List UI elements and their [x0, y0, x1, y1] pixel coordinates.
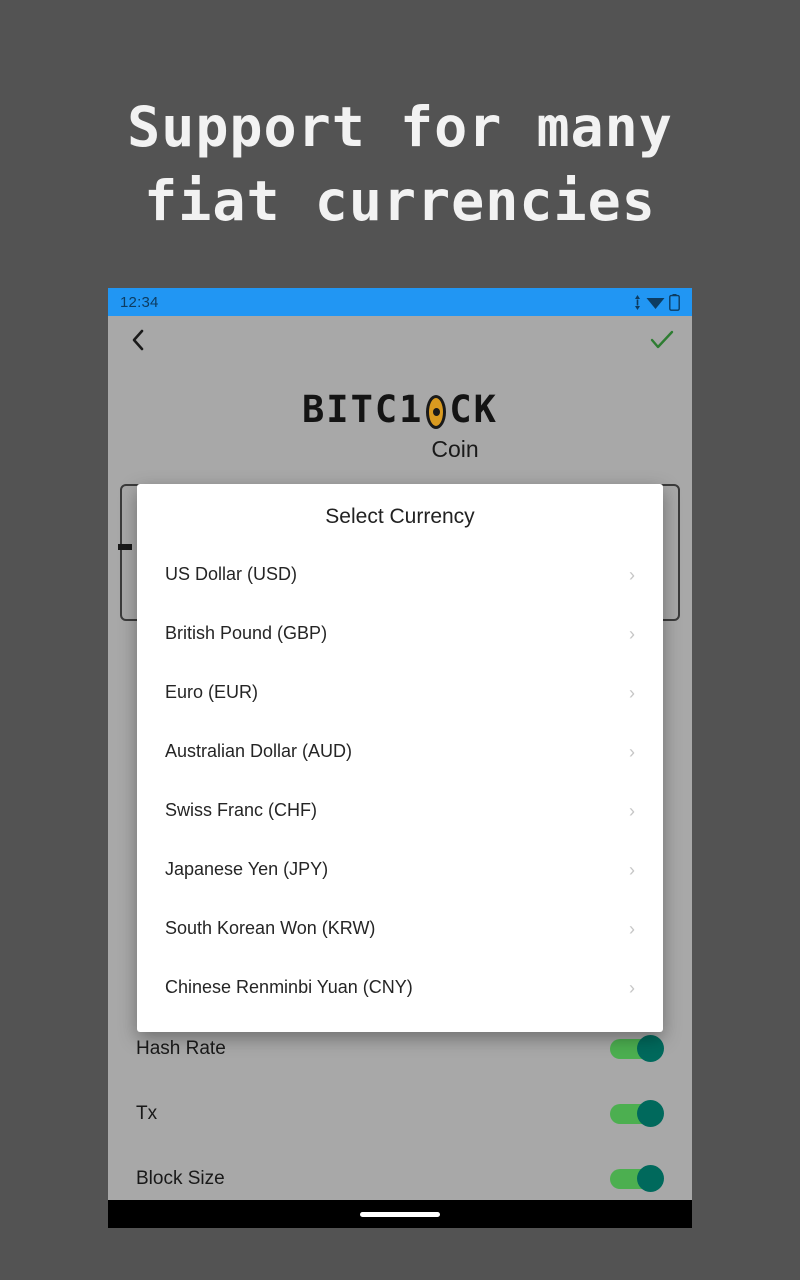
currency-label: Australian Dollar (AUD): [165, 741, 353, 761]
confirm-button[interactable]: [648, 328, 676, 356]
currency-label: Euro (EUR): [165, 682, 259, 702]
check-icon: [650, 330, 674, 355]
chevron-right-icon: ›: [629, 859, 635, 880]
list-item[interactable]: Japanese Yen (JPY) ›: [137, 840, 663, 899]
data-transfer-icon: [633, 294, 642, 310]
list-item[interactable]: South Korean Won (KRW) ›: [137, 899, 663, 958]
status-icon-group: [633, 293, 680, 311]
settings-row-label: Tx: [136, 1102, 158, 1124]
logo-zero-coin-icon: [423, 395, 449, 429]
phone-screen: 12:34 BITC1 CK Coin Hash Rate Tx Block S…: [108, 288, 692, 1228]
currency-label: US Dollar (USD): [165, 564, 298, 584]
settings-row[interactable]: Tx: [108, 1081, 692, 1146]
toggle-switch-block-size[interactable]: [610, 1165, 664, 1192]
chevron-right-icon: ›: [629, 800, 635, 821]
chevron-right-icon: ›: [629, 977, 635, 998]
battery-icon: [669, 293, 680, 311]
chevron-right-icon: ›: [629, 564, 635, 585]
list-item[interactable]: US Dollar (USD) ›: [137, 545, 663, 604]
currency-label: Swiss Franc (CHF): [165, 800, 317, 820]
toggle-switch-tx[interactable]: [610, 1100, 664, 1127]
app-logo: BITC1 CK Coin: [108, 388, 692, 463]
back-button[interactable]: [124, 328, 152, 356]
wifi-icon: [646, 295, 665, 310]
status-time: 12:34: [120, 293, 159, 311]
list-item[interactable]: Swiss Franc (CHF) ›: [137, 781, 663, 840]
chevron-right-icon: ›: [629, 682, 635, 703]
logo-part-2: CK: [449, 388, 498, 431]
status-bar: 12:34: [108, 288, 692, 316]
list-item[interactable]: Chinese Renminbi Yuan (CNY) ›: [137, 958, 663, 1017]
logo-subtitle: Coin: [431, 436, 479, 462]
select-currency-dialog: Select Currency US Dollar (USD) › Britis…: [137, 484, 663, 1032]
currency-label: British Pound (GBP): [165, 623, 328, 643]
app-bar: [108, 316, 692, 368]
dialog-title: Select Currency: [325, 505, 475, 528]
settings-rows: Hash Rate Tx Block Size: [108, 1016, 692, 1211]
text-caret: [118, 544, 132, 550]
settings-row-label: Hash Rate: [136, 1037, 226, 1059]
settings-row-label: Block Size: [136, 1167, 225, 1189]
gesture-nav-bar: [108, 1200, 692, 1228]
list-item[interactable]: Euro (EUR) ›: [137, 663, 663, 722]
currency-list: US Dollar (USD) › British Pound (GBP) › …: [137, 539, 663, 1017]
chevron-right-icon: ›: [629, 623, 635, 644]
currency-label: Japanese Yen (JPY): [165, 859, 329, 879]
logo-part-1: BITC1: [302, 388, 424, 431]
chevron-left-icon: [131, 329, 145, 356]
chevron-right-icon: ›: [629, 741, 635, 762]
chevron-right-icon: ›: [629, 918, 635, 939]
page-title: Support for many fiat currencies: [127, 95, 673, 233]
currency-label: South Korean Won (KRW): [165, 918, 376, 938]
home-indicator[interactable]: [360, 1211, 440, 1217]
currency-label: Chinese Renminbi Yuan (CNY): [165, 977, 413, 997]
list-item[interactable]: British Pound (GBP) ›: [137, 604, 663, 663]
list-item[interactable]: Australian Dollar (AUD) ›: [137, 722, 663, 781]
logo-wordmark: BITC1 CK: [302, 388, 498, 432]
toggle-switch-hash-rate[interactable]: [610, 1035, 664, 1062]
